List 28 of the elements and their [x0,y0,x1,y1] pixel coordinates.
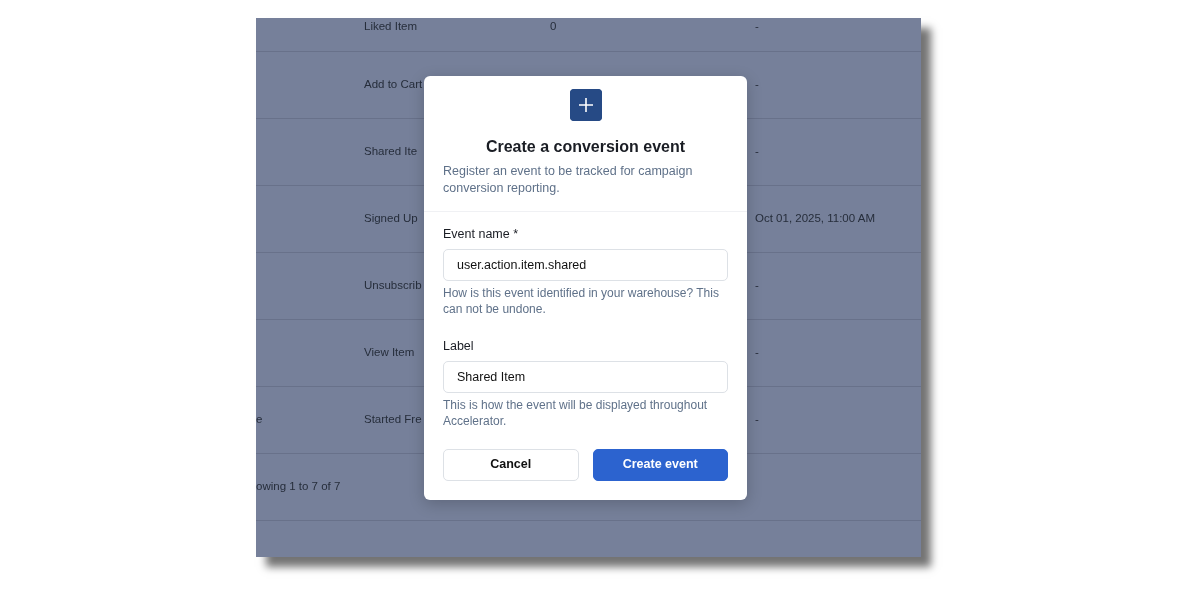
table-cell: Oct 01, 2025, 11:00 AM [755,212,875,225]
table-cell: - [755,346,759,359]
event-name: Unsubscrib [364,279,422,292]
event-name: Shared Ite [364,145,418,158]
event-name: Signed Up [364,212,418,225]
pagination-text: owing 1 to 7 of 7 [256,480,341,493]
table-cell: - [755,78,759,91]
dialog-description: Register an event to be tracked for campaign conversion reporting. [443,163,694,197]
plus-icon [569,89,602,121]
event-name: Started Fre [364,413,422,426]
field-label: Event name * [443,226,520,243]
table-cell: - [755,20,759,32]
create-button[interactable]: Create event [592,448,728,481]
dialog-title: Create a conversion event [484,137,687,157]
event-name: Liked Item [364,20,418,32]
cancel-button[interactable]: Cancel [443,448,579,481]
input-field[interactable]: Shared Item [443,360,728,393]
table-cell: 0 [550,20,557,32]
table-cell: - [755,145,759,158]
table-cell: - [755,413,759,426]
event-name: View Item [364,346,415,359]
event-name: Add to Cart [364,78,423,91]
help-text: How is this event identified in your warehouse? This can not be undone. [443,284,720,317]
table-cell: - [755,279,759,292]
table-cell: e [256,413,263,426]
help-text: This is how the event will be displayed throughout Accelerator. [443,396,709,429]
field-label: Label [443,337,475,355]
input-field[interactable]: user.action.item.shared [443,248,728,281]
